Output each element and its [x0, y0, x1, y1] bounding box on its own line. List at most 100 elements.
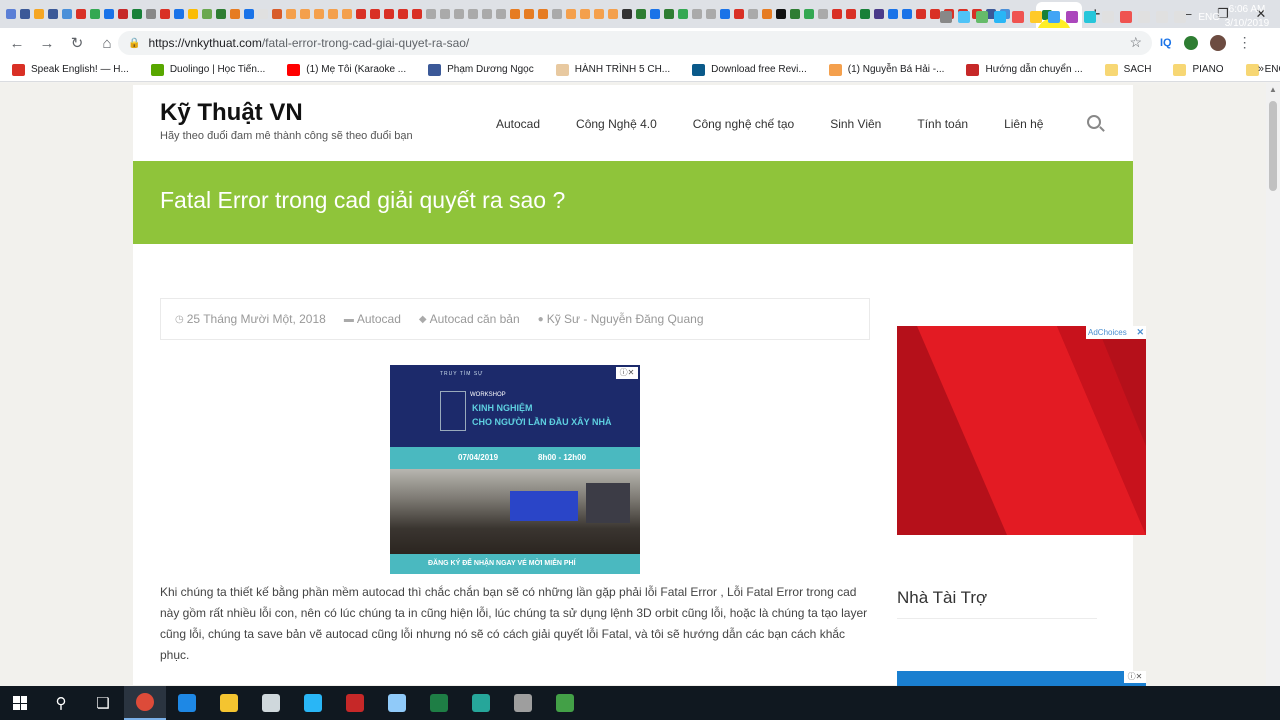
- tab-favicon-icon[interactable]: [748, 9, 758, 19]
- bookmark-item[interactable]: Phạm Dương Ngọc: [428, 63, 534, 76]
- nav-item-2[interactable]: Công nghệ chế tạo: [693, 117, 794, 131]
- sidebar-ad-blue[interactable]: ⓘ✕: [897, 671, 1146, 686]
- scroll-up-icon[interactable]: ▲: [1269, 85, 1277, 94]
- bookmark-item[interactable]: PIANO: [1173, 63, 1224, 76]
- tray-app-icon[interactable]: [958, 11, 971, 23]
- iq-extension-icon[interactable]: IQ: [1160, 37, 1172, 49]
- tab-favicon-icon[interactable]: [6, 9, 16, 19]
- tab-favicon-icon[interactable]: [412, 9, 422, 19]
- bookmark-item[interactable]: HÀNH TRÌNH 5 CH...: [555, 63, 670, 76]
- tray-app-icon[interactable]: [1048, 11, 1061, 23]
- search-icon[interactable]: [1087, 115, 1101, 129]
- tab-favicon-icon[interactable]: [524, 9, 534, 19]
- taskbar-app-button[interactable]: [376, 686, 418, 720]
- tab-favicon-icon[interactable]: [454, 9, 464, 19]
- bookmark-item[interactable]: Speak English! — H...: [12, 63, 129, 76]
- back-icon[interactable]: ←: [4, 35, 30, 52]
- tray-app-icon[interactable]: [1138, 11, 1151, 23]
- tab-favicon-icon[interactable]: [874, 9, 884, 19]
- tab-favicon-icon[interactable]: [244, 9, 254, 19]
- tab-favicon-icon[interactable]: [636, 9, 646, 19]
- tab-favicon-icon[interactable]: [258, 9, 268, 19]
- tab-favicon-icon[interactable]: [888, 9, 898, 19]
- tab-favicon-icon[interactable]: [930, 9, 940, 19]
- tab-favicon-icon[interactable]: [20, 9, 30, 19]
- home-icon[interactable]: ⌂: [94, 35, 120, 52]
- tab-favicon-icon[interactable]: [818, 9, 828, 19]
- tab-favicon-icon[interactable]: [580, 9, 590, 19]
- reload-icon[interactable]: ↻: [64, 34, 90, 52]
- language-indicator[interactable]: ENG: [1198, 12, 1220, 23]
- tab-favicon-icon[interactable]: [230, 9, 240, 19]
- globe-extension-icon[interactable]: [1183, 35, 1198, 50]
- tab-favicon-icon[interactable]: [118, 9, 128, 19]
- tab-favicon-icon[interactable]: [342, 9, 352, 19]
- tab-favicon-icon[interactable]: [48, 9, 58, 19]
- tab-favicon-icon[interactable]: [720, 9, 730, 19]
- bookmarks-overflow-icon[interactable]: »: [1258, 63, 1264, 75]
- tab-favicon-icon[interactable]: [762, 9, 772, 19]
- tab-favicon-icon[interactable]: [286, 9, 296, 19]
- bookmark-item[interactable]: (1) Nguyễn Bá Hải -...: [828, 63, 944, 76]
- taskbar-clock[interactable]: 6:06 AM 3/10/2019: [1220, 3, 1274, 31]
- site-title[interactable]: Kỹ Thuật VN: [160, 99, 303, 127]
- tab-favicon-icon[interactable]: [216, 9, 226, 19]
- bookmark-item[interactable]: Download free Revi...: [692, 63, 807, 76]
- tab-favicon-icon[interactable]: [510, 9, 520, 19]
- tab-favicon-icon[interactable]: [622, 9, 632, 19]
- taskbar-app-button[interactable]: [292, 686, 334, 720]
- tray-app-icon[interactable]: [976, 11, 989, 23]
- nav-item-5[interactable]: Liên hệ: [1004, 117, 1043, 131]
- tab-favicon-icon[interactable]: [76, 9, 86, 19]
- taskbar-edge-button[interactable]: [166, 686, 208, 720]
- post-date[interactable]: ◷ 25 Tháng Mười Một, 2018: [175, 312, 326, 326]
- tab-favicon-icon[interactable]: [734, 9, 744, 19]
- taskbar-excel-button[interactable]: [418, 686, 460, 720]
- tab-favicon-icon[interactable]: [188, 9, 198, 19]
- tab-favicon-icon[interactable]: [328, 9, 338, 19]
- sidebar-ad-close-icon[interactable]: ⓘ✕: [1124, 671, 1146, 683]
- tab-favicon-icon[interactable]: [398, 9, 408, 19]
- tab-favicon-icon[interactable]: [104, 9, 114, 19]
- tab-favicon-icon[interactable]: [202, 9, 212, 19]
- nav-item-0[interactable]: Autocad: [496, 117, 540, 131]
- tab-favicon-icon[interactable]: [174, 9, 184, 19]
- forward-icon[interactable]: →: [34, 35, 60, 52]
- tab-favicon-icon[interactable]: [692, 9, 702, 19]
- tab-favicon-icon[interactable]: [482, 9, 492, 19]
- post-category[interactable]: ▬ Autocad: [344, 312, 401, 326]
- tray-app-icon[interactable]: [1084, 11, 1097, 23]
- tab-favicon-icon[interactable]: [776, 9, 786, 19]
- taskbar-autocad-button[interactable]: [334, 686, 376, 720]
- bookmark-item[interactable]: Hướng dẫn chuyển ...: [966, 63, 1083, 76]
- taskbar-app-button[interactable]: [544, 686, 586, 720]
- tab-favicon-icon[interactable]: [594, 9, 604, 19]
- bookmark-item[interactable]: (1) Mẹ Tôi (Karaoke ...: [287, 63, 406, 76]
- tab-favicon-icon[interactable]: [790, 9, 800, 19]
- tab-favicon-icon[interactable]: [650, 9, 660, 19]
- tab-favicon-icon[interactable]: [384, 9, 394, 19]
- ad-banner-workshop[interactable]: TRUY TÌM SỰ WORKSHOP KINH NGHIỆM CHO NGƯ…: [390, 365, 640, 574]
- url-text[interactable]: https://vnkythuat.com/fatal-error-trong-…: [148, 36, 469, 50]
- taskbar-explorer-button[interactable]: [208, 686, 250, 720]
- tab-favicon-icon[interactable]: [608, 9, 618, 19]
- tab-favicon-icon[interactable]: [804, 9, 814, 19]
- bookmark-item[interactable]: SACH: [1104, 63, 1151, 76]
- tab-favicon-icon[interactable]: [916, 9, 926, 19]
- taskbar-app-button[interactable]: [502, 686, 544, 720]
- tab-favicon-icon[interactable]: [496, 9, 506, 19]
- pinned-tabs[interactable]: [0, 0, 1030, 28]
- taskbar-app-button[interactable]: [460, 686, 502, 720]
- tab-favicon-icon[interactable]: [566, 9, 576, 19]
- tab-favicon-icon[interactable]: [846, 9, 856, 19]
- post-tag[interactable]: ◆ Autocad căn bản: [419, 312, 520, 326]
- tray-app-icon[interactable]: [994, 11, 1007, 23]
- tab-favicon-icon[interactable]: [314, 9, 324, 19]
- tab-favicon-icon[interactable]: [678, 9, 688, 19]
- start-button[interactable]: [0, 686, 40, 720]
- tab-favicon-icon[interactable]: [706, 9, 716, 19]
- tray-app-icon[interactable]: [1120, 11, 1133, 23]
- tab-favicon-icon[interactable]: [552, 9, 562, 19]
- tray-app-icon[interactable]: [1174, 11, 1187, 23]
- bookmark-item[interactable]: Duolingo | Học Tiến...: [150, 63, 265, 76]
